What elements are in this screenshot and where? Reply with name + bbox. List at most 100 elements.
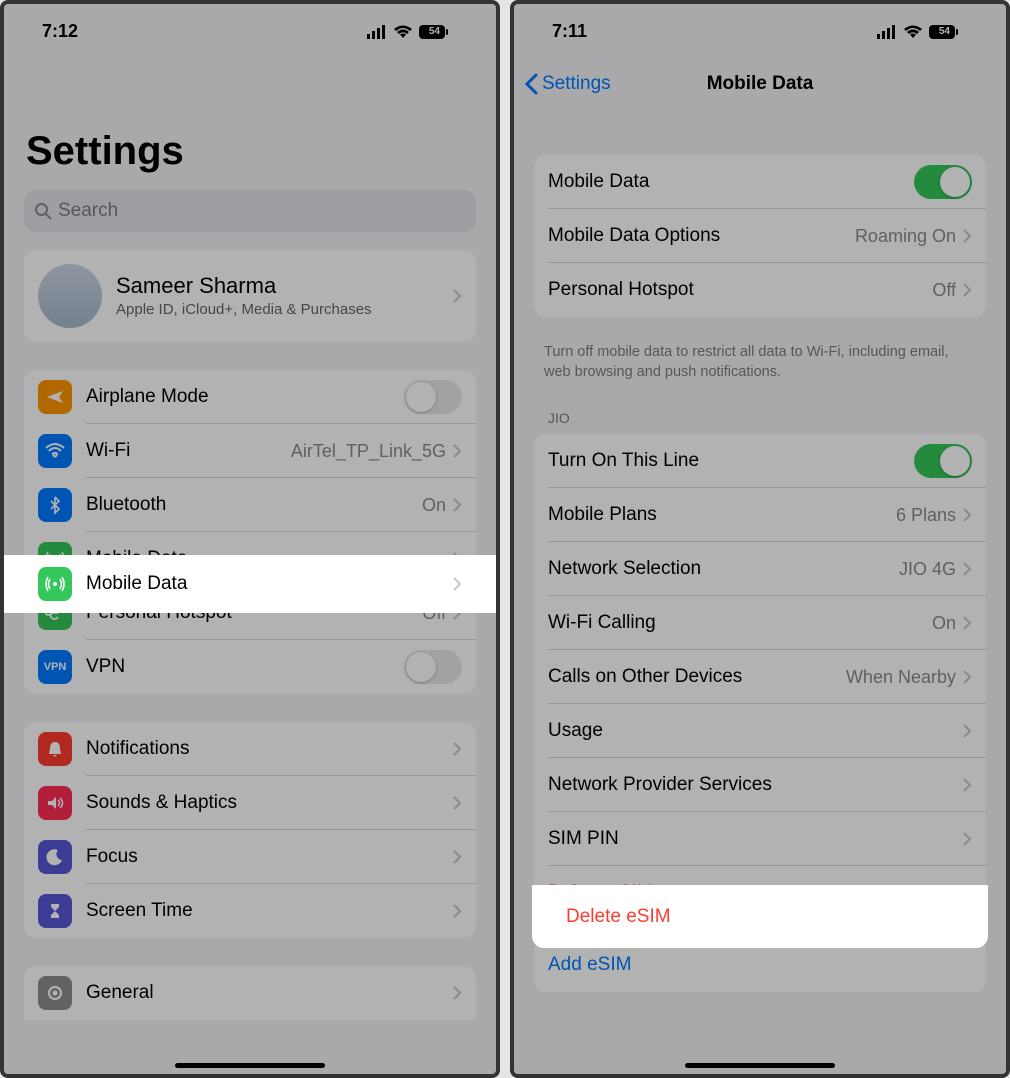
mobile-data-toggle[interactable] [914,165,972,199]
gear-icon [38,976,72,1010]
row-value: AirTel_TP_Link_5G [291,441,446,462]
sounds-row[interactable]: Sounds & Haptics [24,776,476,830]
chevron-right-icon [962,777,972,793]
sim-pin-row[interactable]: SIM PIN [534,812,986,866]
battery-pct: 54 [429,26,440,37]
wifi-icon [903,25,923,39]
personal-hotspot-row[interactable]: Personal Hotspot Off [534,263,986,317]
turn-on-line-row[interactable]: Turn On This Line [534,434,986,488]
delete-esim-highlight[interactable]: Delete eSIM [532,885,988,948]
row-value: On [422,495,446,516]
chevron-right-icon [452,443,462,459]
chevron-right-icon [452,849,462,865]
apple-id-name: Sameer Sharma [116,273,452,299]
mobile-data-options-row[interactable]: Mobile Data Options Roaming On [534,209,986,263]
vpn-toggle[interactable] [404,650,462,684]
row-value: 6 Plans [896,505,956,526]
settings-screen: 7:12 54 Settings Search Sameer Sharma Ap… [0,0,500,1078]
row-label: VPN [86,656,404,678]
row-label: General [86,982,452,1004]
general-group: General [24,966,476,1020]
line-toggle[interactable] [914,444,972,478]
mobile-data-toggle-row[interactable]: Mobile Data [534,155,986,209]
page-title: Mobile Data [514,73,1006,95]
cellular-icon [877,25,897,39]
chevron-right-icon [962,615,972,631]
search-placeholder: Search [58,200,118,222]
page-title: Settings [4,59,496,190]
usage-row[interactable]: Usage [534,704,986,758]
wifi-icon [38,434,72,468]
chevron-right-icon [452,985,462,1001]
airplane-toggle[interactable] [404,380,462,414]
chevron-right-icon [452,576,462,592]
chevron-right-icon [962,282,972,298]
apple-id-group: Sameer Sharma Apple ID, iCloud+, Media &… [24,250,476,342]
home-indicator[interactable] [685,1063,835,1068]
calls-other-devices-row[interactable]: Calls on Other Devices When Nearby [534,650,986,704]
chevron-right-icon [452,903,462,919]
bell-icon [38,732,72,766]
row-label: Add eSIM [548,954,972,976]
carrier-group: Turn On This Line Mobile Plans 6 Plans N… [534,434,986,920]
row-label: Personal Hotspot [548,279,932,301]
general-row[interactable]: General [24,966,476,1020]
status-icons: 54 [367,25,466,39]
search-icon [34,202,52,220]
network-selection-row[interactable]: Network Selection JIO 4G [534,542,986,596]
network-provider-row[interactable]: Network Provider Services [534,758,986,812]
focus-row[interactable]: Focus [24,830,476,884]
search-field[interactable]: Search [24,190,476,232]
battery-pct: 54 [939,26,950,37]
chevron-right-icon [962,669,972,685]
connectivity-group: Airplane Mode Wi-Fi AirTel_TP_Link_5G Bl… [24,370,476,694]
wifi-row[interactable]: Wi-Fi AirTel_TP_Link_5G [24,424,476,478]
vpn-row[interactable]: VPN VPN [24,640,476,694]
row-label: Network Selection [548,558,899,580]
airplane-mode-row[interactable]: Airplane Mode [24,370,476,424]
wifi-icon [393,25,413,39]
mobile-plans-row[interactable]: Mobile Plans 6 Plans [534,488,986,542]
chevron-right-icon [452,741,462,757]
attention-group: Notifications Sounds & Haptics Focus Scr… [24,722,476,938]
row-label: Wi-Fi Calling [548,612,932,634]
apple-id-sub: Apple ID, iCloud+, Media & Purchases [116,301,452,320]
wifi-calling-row[interactable]: Wi-Fi Calling On [534,596,986,650]
row-label: Notifications [86,738,452,760]
row-label: Wi-Fi [86,440,291,462]
chevron-right-icon [452,795,462,811]
vpn-icon: VPN [38,650,72,684]
chevron-right-icon [962,723,972,739]
antenna-icon [38,567,72,601]
mobile-data-group: Mobile Data Mobile Data Options Roaming … [534,155,986,317]
section-header: JIO [514,404,1006,434]
status-icons: 54 [877,25,976,39]
chevron-right-icon [962,228,972,244]
row-label: Network Provider Services [548,774,962,796]
row-label: Mobile Data [86,573,452,595]
row-value: Roaming On [855,226,956,247]
avatar [38,264,102,328]
row-value: Off [932,280,956,301]
home-indicator[interactable] [175,1063,325,1068]
screen-time-row[interactable]: Screen Time [24,884,476,938]
row-label: Bluetooth [86,494,422,516]
bluetooth-row[interactable]: Bluetooth On [24,478,476,532]
row-label: Mobile Plans [548,504,896,526]
mobile-data-highlight[interactable]: Mobile Data [4,555,496,613]
chevron-right-icon [962,561,972,577]
cellular-icon [367,25,387,39]
bluetooth-icon [38,488,72,522]
apple-id-row[interactable]: Sameer Sharma Apple ID, iCloud+, Media &… [24,250,476,342]
status-time: 7:12 [42,21,78,42]
status-bar: 7:12 54 [4,4,496,59]
section-footer: Turn off mobile data to restrict all dat… [514,335,1006,404]
row-label: Turn On This Line [548,450,914,472]
row-label: Screen Time [86,900,452,922]
row-value: When Nearby [846,667,956,688]
chevron-right-icon [452,288,462,304]
notifications-row[interactable]: Notifications [24,722,476,776]
chevron-right-icon [962,507,972,523]
row-label: Usage [548,720,962,742]
row-label: Calls on Other Devices [548,666,846,688]
